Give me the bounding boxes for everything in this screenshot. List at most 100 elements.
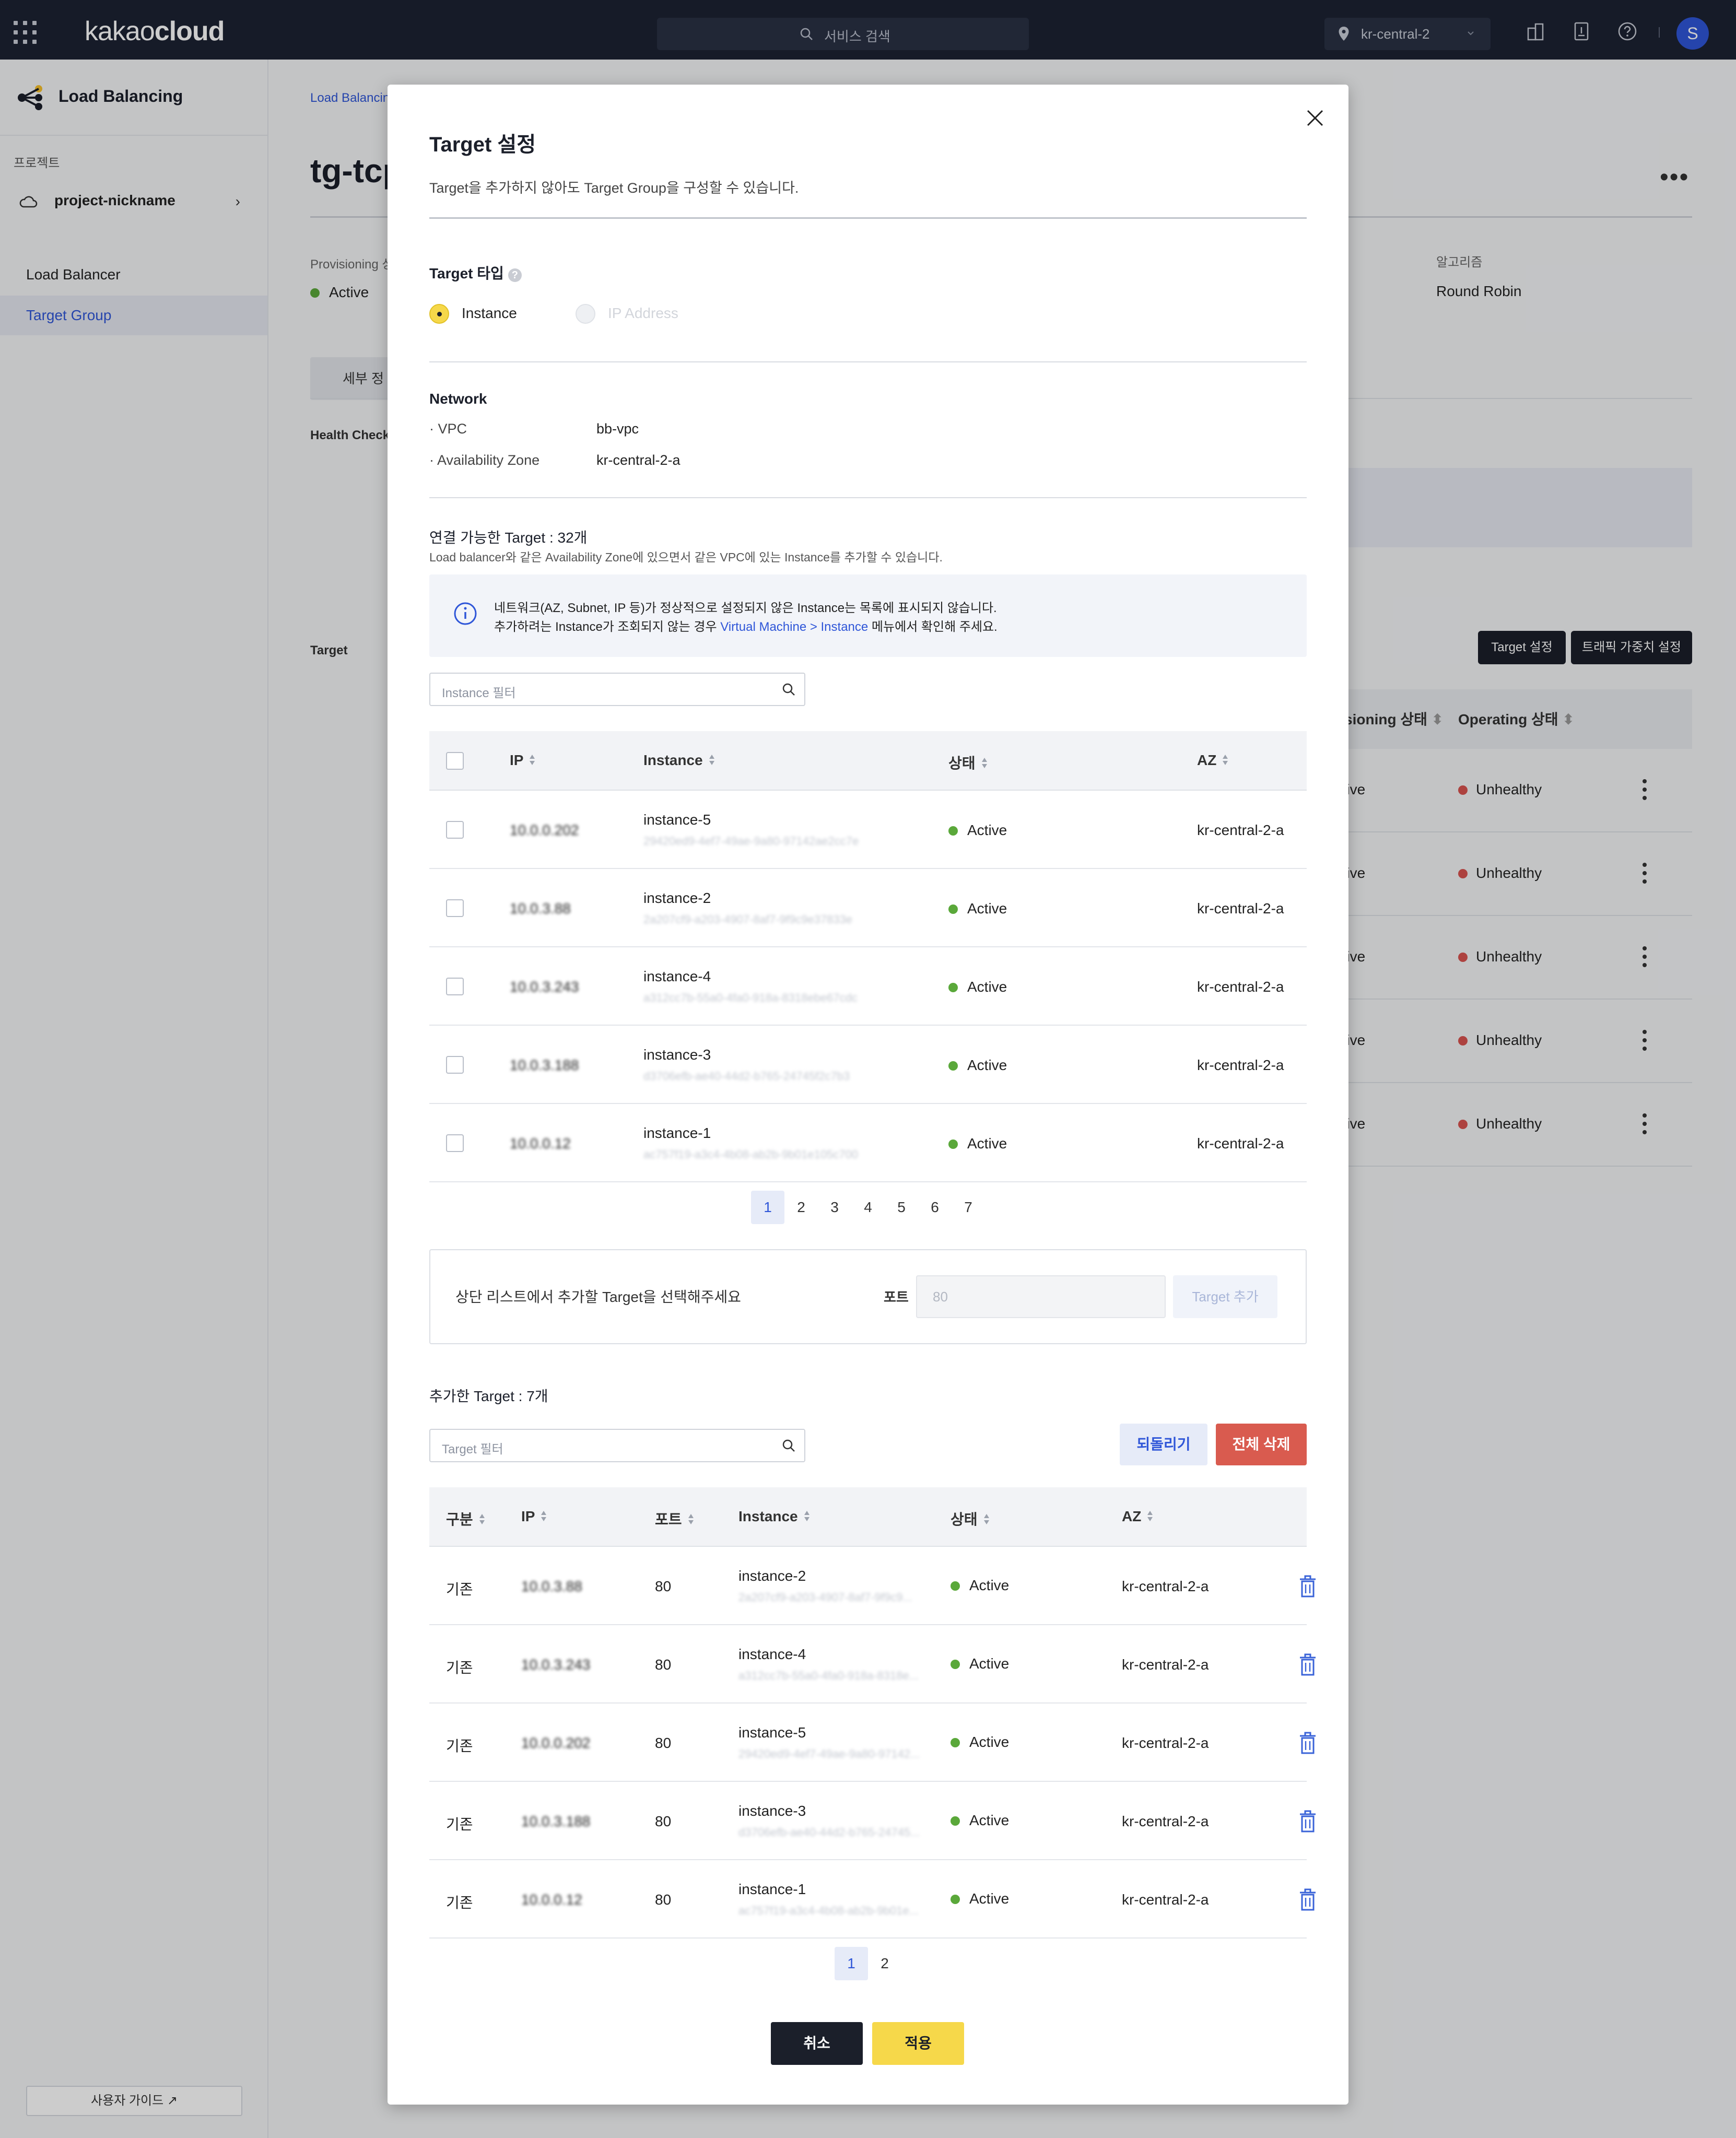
page-5[interactable]: 5 xyxy=(885,1191,918,1224)
help-icon[interactable]: ? xyxy=(508,268,522,282)
trash-icon[interactable] xyxy=(1298,1888,1317,1911)
delete-all-button[interactable]: 전체 삭제 xyxy=(1216,1424,1307,1465)
revert-button[interactable]: 되돌리기 xyxy=(1120,1424,1207,1465)
port-input[interactable]: 80 xyxy=(916,1275,1166,1318)
sort-icon xyxy=(541,1511,547,1521)
th-type[interactable]: 구분 xyxy=(446,1508,486,1529)
instance-name: instance-4 xyxy=(738,1646,806,1662)
instance-id: 29420ed9-4ef7-49ae-9a80-97142... xyxy=(738,1747,920,1760)
page-4[interactable]: 4 xyxy=(851,1191,885,1224)
info-line-1: 네트워크(AZ, Subnet, IP 등)가 정상적으로 설정되지 않은 In… xyxy=(494,601,997,615)
ip-cell: 10.0.3.188 xyxy=(521,1813,591,1829)
type-cell: 기존 xyxy=(446,1738,473,1754)
row-checkbox[interactable] xyxy=(446,1056,464,1074)
type-cell: 기존 xyxy=(446,1816,473,1832)
row-checkbox[interactable] xyxy=(446,1134,464,1152)
instance-filter-input[interactable]: Instance 필터 xyxy=(429,673,805,706)
select-all-checkbox[interactable] xyxy=(446,752,464,770)
page-2[interactable]: 2 xyxy=(868,1947,901,1980)
az-cell: kr-central-2-a xyxy=(1122,1813,1209,1829)
status-dot-icon xyxy=(951,1581,960,1591)
table-row[interactable]: 10.0.0.202 instance-5 29420ed9-4ef7-49ae… xyxy=(429,791,1307,869)
status-dot-icon xyxy=(951,1738,960,1747)
sort-icon xyxy=(983,1514,989,1524)
section-divider xyxy=(429,497,1307,498)
trash-icon[interactable] xyxy=(1298,1732,1317,1755)
ip-cell: 10.0.0.12 xyxy=(521,1892,582,1908)
th-instance[interactable]: Instance xyxy=(738,1508,811,1525)
status-cell: Active xyxy=(951,1655,1009,1672)
radio-instance[interactable] xyxy=(429,304,449,324)
port-cell: 80 xyxy=(655,1813,672,1829)
az-value: kr-central-2-a xyxy=(596,452,681,468)
th-port[interactable]: 포트 xyxy=(655,1508,695,1529)
row-checkbox[interactable] xyxy=(446,821,464,839)
trash-icon[interactable] xyxy=(1298,1575,1317,1598)
add-target-box: 상단 리스트에서 추가할 Target을 선택해주세요 포트 80 Target… xyxy=(429,1249,1307,1344)
radio-instance-label[interactable]: Instance xyxy=(462,305,517,322)
section-divider xyxy=(429,361,1307,362)
modal-description: Target을 추가하지 않아도 Target Group을 구성할 수 있습니… xyxy=(429,180,799,196)
sort-icon xyxy=(981,758,987,768)
info-notice: 네트워크(AZ, Subnet, IP 등)가 정상적으로 설정되지 않은 In… xyxy=(429,574,1307,657)
page-6[interactable]: 6 xyxy=(918,1191,952,1224)
status-cell: Active xyxy=(951,1734,1009,1751)
th-ip[interactable]: IP xyxy=(510,752,536,769)
az-cell: kr-central-2-a xyxy=(1197,822,1284,838)
port-cell: 80 xyxy=(655,1735,672,1751)
page-3[interactable]: 3 xyxy=(818,1191,851,1224)
table-row: 기존 10.0.0.12 80 instance-1 ac757f19-a3c4… xyxy=(429,1860,1316,1939)
instance-name: instance-2 xyxy=(643,890,711,906)
added-pagination: 1 2 xyxy=(835,1947,901,1980)
status-dot-icon xyxy=(948,826,958,836)
cancel-button[interactable]: 취소 xyxy=(771,2022,863,2065)
target-type-label: Target 타입? xyxy=(429,262,522,283)
th-az[interactable]: AZ xyxy=(1197,752,1229,769)
status-cell: Active xyxy=(951,1812,1009,1829)
instance-id: ac757f19-a3c4-4b08-ab2b-9b01e... xyxy=(738,1904,919,1917)
trash-icon[interactable] xyxy=(1298,1653,1317,1676)
th-status[interactable]: 상태 xyxy=(951,1508,990,1529)
az-cell: kr-central-2-a xyxy=(1197,1135,1284,1152)
ip-cell: 10.0.3.88 xyxy=(521,1578,582,1594)
add-target-button[interactable]: Target 추가 xyxy=(1173,1275,1277,1318)
table-row: 기존 10.0.3.188 80 instance-3 d3706efb-ae4… xyxy=(429,1782,1316,1860)
added-targets-title: 추가한 Target : 7개 xyxy=(429,1388,548,1404)
ip-cell: 10.0.3.188 xyxy=(510,1057,579,1073)
instance-id: 2a207cf9-a203-4907-8af7-9f9c9e37833e xyxy=(643,913,852,926)
th-status[interactable]: 상태 xyxy=(948,752,988,773)
target-filter-input[interactable]: Target 필터 xyxy=(429,1429,805,1462)
th-az[interactable]: AZ xyxy=(1122,1508,1154,1525)
table-row[interactable]: 10.0.3.243 instance-4 a312cc7b-55a0-4fa0… xyxy=(429,947,1307,1026)
type-cell: 기존 xyxy=(446,1895,473,1911)
table-row[interactable]: 10.0.0.12 instance-1 ac757f19-a3c4-4b08-… xyxy=(429,1104,1307,1182)
th-ip[interactable]: IP xyxy=(521,1508,547,1525)
sort-icon xyxy=(1147,1511,1153,1521)
az-cell: kr-central-2-a xyxy=(1122,1735,1209,1751)
row-checkbox[interactable] xyxy=(446,978,464,995)
vm-instance-link[interactable]: Virtual Machine > Instance xyxy=(720,620,868,634)
az-cell: kr-central-2-a xyxy=(1122,1892,1209,1908)
table-row[interactable]: 10.0.3.188 instance-3 d3706efb-ae40-44d2… xyxy=(429,1026,1307,1104)
close-icon[interactable] xyxy=(1305,108,1326,128)
page-1[interactable]: 1 xyxy=(835,1947,868,1980)
instance-name: instance-4 xyxy=(643,968,711,984)
apply-button[interactable]: 적용 xyxy=(872,2022,964,2065)
type-cell: 기존 xyxy=(446,1660,473,1676)
sort-icon xyxy=(1223,755,1228,765)
instance-id: a312cc7b-55a0-4fa0-918a-8318e... xyxy=(738,1669,919,1682)
instance-id: d3706efb-ae40-44d2-b765-24745... xyxy=(738,1826,920,1839)
page-2[interactable]: 2 xyxy=(784,1191,818,1224)
page-7[interactable]: 7 xyxy=(952,1191,985,1224)
trash-icon[interactable] xyxy=(1298,1810,1317,1833)
ip-cell: 10.0.0.202 xyxy=(521,1735,591,1751)
radio-ip-address[interactable] xyxy=(576,304,595,324)
radio-ip-address-label[interactable]: IP Address xyxy=(608,305,678,322)
page-1[interactable]: 1 xyxy=(751,1191,784,1224)
instance-name: instance-1 xyxy=(643,1125,711,1141)
table-row: 기존 10.0.0.202 80 instance-5 29420ed9-4ef… xyxy=(429,1704,1316,1782)
az-key: · Availability Zone xyxy=(429,452,540,468)
row-checkbox[interactable] xyxy=(446,899,464,917)
table-row[interactable]: 10.0.3.88 instance-2 2a207cf9-a203-4907-… xyxy=(429,869,1307,947)
th-instance[interactable]: Instance xyxy=(643,752,715,769)
